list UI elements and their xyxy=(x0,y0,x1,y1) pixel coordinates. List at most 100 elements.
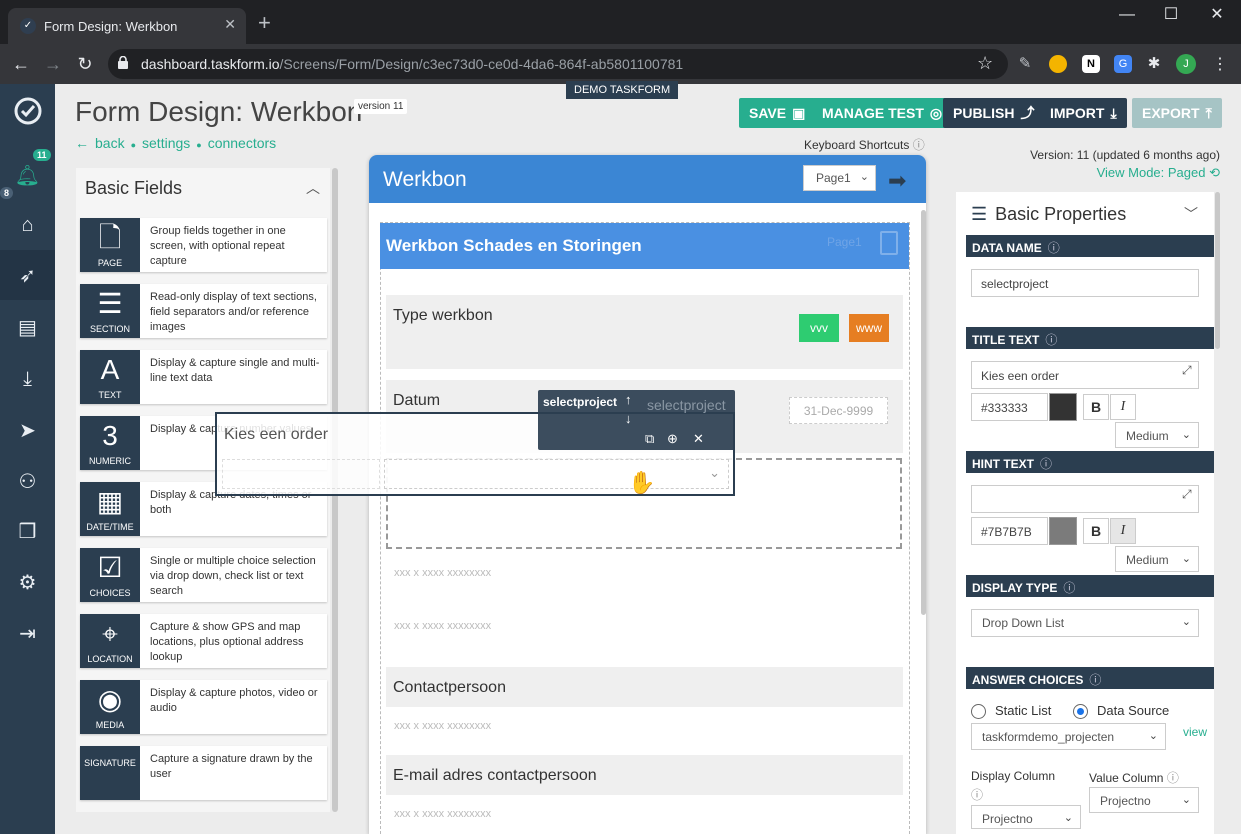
help-icon[interactable]: ⓘ xyxy=(971,786,983,803)
delete-icon[interactable]: ✕ xyxy=(693,431,704,447)
color-extension-icon[interactable] xyxy=(1049,55,1067,73)
download-icon[interactable]: ⤓ xyxy=(0,354,55,404)
static-list-radio[interactable] xyxy=(971,704,986,719)
data-name-input[interactable]: selectproject xyxy=(971,269,1199,297)
value-column-text: Value Column xyxy=(1089,771,1164,785)
sign-out-icon[interactable]: ⇥ xyxy=(0,608,55,658)
pen-extension-icon[interactable]: ✎ xyxy=(1016,55,1034,73)
title-italic-button[interactable]: I xyxy=(1110,394,1136,420)
close-tab-icon[interactable]: ✕ xyxy=(224,16,236,33)
forward-arrow-icon[interactable]: → xyxy=(41,53,65,75)
manage-test-button[interactable]: MANAGE TEST ◎ xyxy=(812,98,953,128)
boxes-icon[interactable]: ❒ xyxy=(0,506,55,556)
form-scrollbar[interactable] xyxy=(921,210,926,615)
export-button[interactable]: EXPORT ⤒ xyxy=(1132,98,1222,128)
close-window-icon[interactable]: ✕ xyxy=(1194,4,1240,26)
version-badge: version 11 xyxy=(354,99,408,114)
data-source-radio[interactable] xyxy=(1073,704,1088,719)
hint-text-input[interactable] xyxy=(971,485,1199,513)
home-icon[interactable]: ⌂ xyxy=(0,200,55,250)
move-down-icon[interactable]: ↓ xyxy=(625,411,632,426)
move-up-icon[interactable]: ↑ xyxy=(625,392,632,407)
view-datasource-link[interactable]: view xyxy=(1183,725,1207,739)
field-type-choices[interactable]: ☑ CHOICES Single or multiple choice select… xyxy=(80,548,327,602)
title-bold-button[interactable]: B xyxy=(1083,394,1109,420)
choice-chip-www[interactable]: www xyxy=(849,314,889,342)
extensions-puzzle-icon[interactable]: ✱ xyxy=(1145,55,1163,73)
new-tab-icon[interactable]: + xyxy=(258,12,271,34)
bell-icon[interactable]: 🔔︎ xyxy=(0,150,55,200)
field-type-section[interactable]: ☰ SECTION Read-only display of text sectio… xyxy=(80,284,327,338)
field-type-media[interactable]: ◉ MEDIA Display & capture photos, video or… xyxy=(80,680,327,734)
chevron-up-icon[interactable]: ︿ xyxy=(306,178,320,198)
question-email[interactable]: E-mail adres contactpersoon xyxy=(386,755,903,795)
url-text[interactable]: dashboard.taskform.io/Screens/Form/Desig… xyxy=(141,56,683,72)
back-arrow-icon[interactable]: ← xyxy=(75,135,89,151)
breadcrumb-back[interactable]: back xyxy=(95,135,125,151)
help-icon[interactable]: ⓘ xyxy=(1040,457,1052,471)
question-contactpersoon[interactable]: Contactpersoon xyxy=(386,667,903,707)
breadcrumb-settings[interactable]: settings xyxy=(142,135,190,151)
help-icon[interactable]: ⓘ xyxy=(1048,241,1060,255)
hint-color-input[interactable]: #7B7B7B xyxy=(971,517,1048,545)
bookmark-star-icon[interactable]: ☆ xyxy=(977,53,993,74)
title-color-swatch[interactable] xyxy=(1049,393,1077,421)
copy-icon[interactable]: ⧉ xyxy=(645,431,654,447)
profile-avatar[interactable]: J xyxy=(1176,54,1196,74)
help-icon[interactable]: ⓘ xyxy=(1089,673,1101,687)
help-icon[interactable]: ⓘ xyxy=(1063,581,1075,595)
field-type-text[interactable]: A TEXT Display & capture single and multi-… xyxy=(80,350,327,404)
choice-chip-vvv[interactable]: vvv xyxy=(799,314,839,342)
browser-tab[interactable]: ✓ Form Design: Werkbon ✕ xyxy=(8,8,246,44)
chevron-down-icon[interactable]: ﹀ xyxy=(1184,204,1198,224)
field-type-page[interactable]: 🗋 PAGE Group fields together in one screen… xyxy=(80,218,327,272)
properties-scrollbar[interactable] xyxy=(1215,192,1220,349)
help-icon[interactable]: ⓘ xyxy=(1167,771,1179,785)
notion-extension-icon[interactable]: N xyxy=(1082,55,1100,73)
hint-size-select[interactable]: Medium ⌄ xyxy=(1115,546,1199,572)
sitemap-icon[interactable]: ⚇ xyxy=(0,456,55,506)
static-list-label[interactable]: Static List xyxy=(995,703,1051,718)
translate-extension-icon[interactable]: G xyxy=(1114,55,1132,73)
view-mode-toggle[interactable]: View Mode: Paged ⟲ xyxy=(956,165,1220,181)
add-comment-icon[interactable]: ⊕ xyxy=(667,431,678,447)
date-input-placeholder[interactable]: 31-Dec-9999 xyxy=(789,397,888,424)
taskform-logo-icon[interactable] xyxy=(0,86,55,136)
field-type-signature[interactable]: SIGNATURE Capture a signature drawn by th… xyxy=(80,746,327,800)
data-source-select[interactable]: taskformdemo_projecten ⌄ xyxy=(971,723,1166,750)
send-icon[interactable]: ➤ xyxy=(0,405,55,455)
data-source-label[interactable]: Data Source xyxy=(1097,703,1169,718)
signature-icon: SIGNATURE xyxy=(80,746,140,800)
keyboard-shortcuts-link[interactable]: Keyboard Shortcuts ⓘ xyxy=(804,136,925,153)
location-icon: ⌖ LOCATION xyxy=(80,614,140,668)
field-type-location[interactable]: ⌖ LOCATION Capture & show GPS and map loca… xyxy=(80,614,327,668)
rocket-icon[interactable]: ➶ xyxy=(0,250,55,300)
expand-editor-icon[interactable]: ⤢ xyxy=(1182,487,1192,502)
publish-button[interactable]: PUBLISH ⤴ xyxy=(943,98,1045,128)
title-color-input[interactable]: #333333 xyxy=(971,393,1048,421)
expand-editor-icon[interactable]: ⤢ xyxy=(1182,363,1192,378)
reload-icon[interactable]: ↻ xyxy=(73,53,97,75)
dashboard-icon[interactable]: ▤ xyxy=(0,302,55,352)
section-header[interactable]: Werkbon Schades en Storingen Page1 xyxy=(380,223,909,269)
hint-italic-button[interactable]: I xyxy=(1110,518,1136,544)
page-select[interactable]: Page1 ⌄ xyxy=(803,165,876,191)
title-text-input[interactable]: Kies een order xyxy=(971,361,1199,389)
hint-color-swatch[interactable] xyxy=(1049,517,1077,545)
settings-gears-icon[interactable]: ⚙ xyxy=(0,557,55,607)
maximize-icon[interactable]: ☐ xyxy=(1148,4,1194,26)
save-button[interactable]: SAVE ▣ xyxy=(739,98,816,128)
next-page-arrow-icon[interactable]: ➡ xyxy=(888,168,906,194)
help-icon[interactable]: ⓘ xyxy=(1045,333,1057,347)
value-column-select[interactable]: Projectno ⌄ xyxy=(1089,787,1199,813)
hint-bold-button[interactable]: B xyxy=(1083,518,1109,544)
display-column-select[interactable]: Projectno ⌄ xyxy=(971,805,1081,829)
minimize-icon[interactable]: — xyxy=(1104,4,1150,26)
browser-menu-icon[interactable]: ⋮ xyxy=(1212,54,1228,74)
text-icon: A TEXT xyxy=(80,350,140,404)
breadcrumb-connectors[interactable]: connectors xyxy=(208,135,276,151)
import-button[interactable]: IMPORT ⤓ xyxy=(1040,98,1127,128)
display-type-select[interactable]: Drop Down List ⌄ xyxy=(971,609,1199,637)
title-size-select[interactable]: Medium ⌄ xyxy=(1115,422,1199,448)
back-arrow-icon[interactable]: ← xyxy=(9,53,33,75)
